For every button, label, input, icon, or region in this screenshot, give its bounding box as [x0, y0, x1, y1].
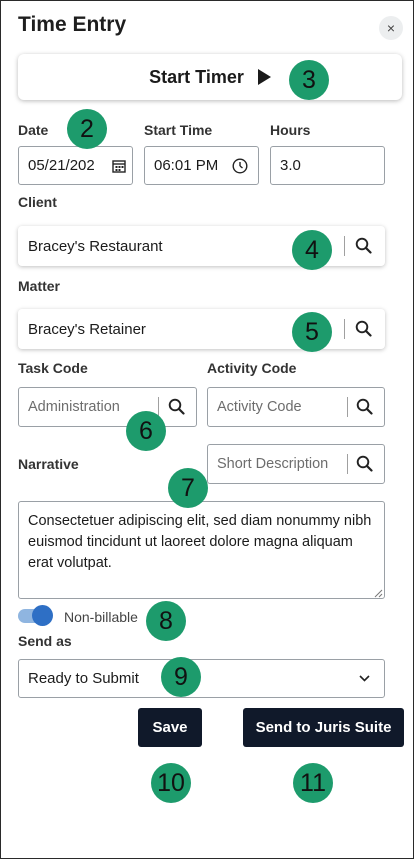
callout-badge: 5: [292, 312, 332, 352]
callout-badge: 10: [151, 763, 191, 803]
close-button[interactable]: ×: [379, 16, 403, 40]
start-timer-button[interactable]: Start Timer: [18, 54, 402, 100]
client-search-icon[interactable]: [355, 237, 372, 254]
send-as-select[interactable]: Ready to Submit: [18, 659, 385, 698]
start-time-label: Start Time: [144, 122, 213, 138]
start-timer-label: Start Timer: [149, 66, 244, 87]
toggle-knob[interactable]: [32, 605, 53, 626]
chevron-down-icon: [359, 675, 370, 682]
divider: [347, 454, 348, 474]
close-icon: ×: [386, 20, 396, 36]
play-icon: [257, 69, 271, 85]
date-value: 05/21/202: [28, 157, 95, 174]
narrative-textarea[interactable]: Consectetuer adipiscing elit, sed diam n…: [18, 501, 385, 599]
client-value: Bracey's Restaurant: [28, 237, 163, 255]
send-as-label: Send as: [18, 633, 72, 649]
save-button-label: Save: [152, 719, 188, 736]
hours-field[interactable]: 3.0: [270, 146, 385, 185]
save-button[interactable]: Save: [138, 708, 202, 747]
divider: [158, 397, 159, 417]
activity-code-placeholder: Activity Code: [217, 399, 302, 415]
divider: [344, 319, 345, 339]
activity-code-label: Activity Code: [207, 360, 297, 376]
activity-code-search-icon[interactable]: [356, 398, 373, 415]
date-field[interactable]: 05/21/202: [18, 146, 133, 185]
callout-badge: 2: [67, 109, 107, 149]
callout-badge: 7: [168, 468, 208, 508]
non-billable-label: Non-billable: [64, 609, 138, 625]
matter-label: Matter: [18, 278, 61, 294]
narrative-text: Consectetuer adipiscing elit, sed diam n…: [28, 513, 372, 571]
callout-badge: 9: [161, 657, 201, 697]
divider: [344, 236, 345, 256]
matter-value: Bracey's Retainer: [28, 320, 146, 338]
divider: [347, 397, 348, 417]
resize-handle-icon[interactable]: [374, 589, 383, 598]
matter-search-icon[interactable]: [355, 320, 372, 337]
time-entry-panel: Time Entry × Start Timer Date Start Time…: [0, 0, 414, 859]
send-button-label: Send to Juris Suite: [255, 719, 392, 736]
callout-badge: 4: [292, 230, 332, 270]
task-code-search-icon[interactable]: [168, 398, 185, 415]
hours-label: Hours: [270, 122, 311, 138]
hours-value: 3.0: [280, 157, 301, 174]
task-code-value: Administration: [28, 399, 120, 415]
task-code-label: Task Code: [18, 360, 88, 376]
send-to-juris-suite-button[interactable]: Send to Juris Suite: [243, 708, 404, 747]
short-description-placeholder: Short Description: [217, 456, 329, 472]
start-time-value: 06:01 PM: [154, 157, 219, 174]
panel-title: Time Entry: [18, 13, 127, 36]
start-time-field[interactable]: 06:01 PM: [144, 146, 259, 185]
callout-badge: 3: [289, 60, 329, 100]
client-label: Client: [18, 194, 57, 210]
callout-badge: 6: [126, 411, 166, 451]
callout-badge: 8: [146, 601, 186, 641]
calendar-icon[interactable]: [112, 159, 126, 173]
clock-icon[interactable]: [232, 157, 248, 174]
callout-badge: 11: [293, 763, 333, 803]
short-description-search-icon[interactable]: [356, 455, 373, 472]
date-label: Date: [18, 122, 49, 138]
narrative-label: Narrative: [18, 456, 79, 472]
send-as-value: Ready to Submit: [28, 670, 139, 687]
